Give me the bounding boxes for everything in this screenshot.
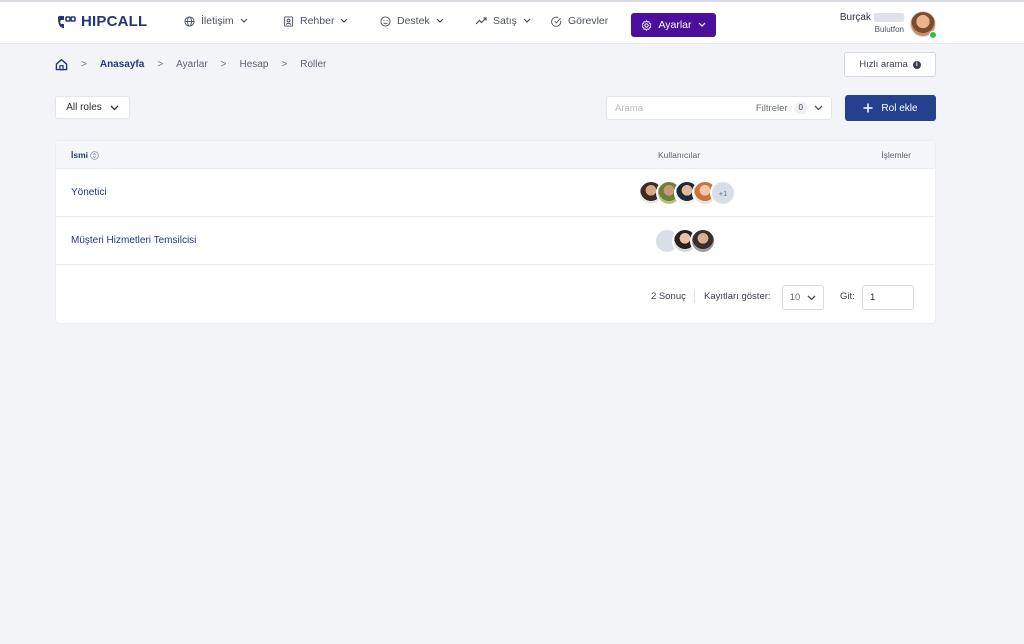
chevron-down-icon <box>698 22 705 27</box>
filters-dropdown[interactable]: Filtreler 0 <box>756 102 823 114</box>
pagination: 2 Sonuç Kayıtları göster: 10 Git: <box>56 285 935 310</box>
more-users-badge: +1 <box>710 180 736 206</box>
user-name: Burçak <box>839 12 871 23</box>
quick-search-label: Hızlı arama <box>859 59 908 70</box>
nav-item-gorevler[interactable]: Görevler <box>551 15 608 27</box>
user-company: Bulutfon <box>874 25 904 34</box>
divider <box>694 290 695 303</box>
chevron-right-icon: > <box>281 59 288 70</box>
info-icon: i <box>912 60 921 69</box>
check-circle-icon <box>551 16 562 27</box>
chevron-down-icon <box>436 18 444 23</box>
home-icon[interactable] <box>55 58 68 71</box>
role-name-link[interactable]: Müşteri Hizmetleri Temsilcisi <box>71 235 196 246</box>
phone-logo-icon <box>58 15 76 28</box>
nav-item-label: Görevler <box>568 15 609 27</box>
column-header-name[interactable]: İsmi <box>71 150 99 160</box>
avatar <box>690 228 716 254</box>
chevron-down-icon <box>110 105 119 110</box>
breadcrumb-item-roller: Roller <box>300 59 327 70</box>
table-row: Müşteri Hizmetleri Temsilcisi <box>56 217 935 265</box>
filter-count-badge: 0 <box>793 102 808 114</box>
page-size-label: Kayıtları göster: <box>704 291 771 302</box>
page-size-value: 10 <box>789 292 801 303</box>
chevron-down-icon <box>341 18 348 23</box>
nav-item-ayarlar[interactable]: Ayarlar <box>631 13 716 37</box>
chevron-down-icon <box>807 295 816 300</box>
chevron-down-icon <box>240 18 248 23</box>
column-header-users: Kullanıcılar <box>658 150 701 160</box>
sort-icon <box>90 150 99 160</box>
smile-icon <box>380 15 391 27</box>
chevron-right-icon: > <box>81 59 87 70</box>
nav-item-satis[interactable]: Satış <box>475 15 531 27</box>
globe-icon <box>184 15 195 27</box>
go-to-page-input[interactable] <box>862 285 914 310</box>
chevron-down-icon <box>814 105 823 111</box>
user-menu[interactable]: Burçak Bulutfon <box>840 12 904 34</box>
column-header-actions: İşlemler <box>881 150 911 160</box>
chevron-down-icon <box>523 18 531 23</box>
chevron-right-icon: > <box>157 59 164 70</box>
roles-table: İsmi Kullanıcılar İşlemler Yönetici +1 M… <box>55 140 936 324</box>
breadcrumb-item-anasayfa[interactable]: Anasayfa <box>100 59 144 70</box>
nav-item-label: Satış <box>493 15 517 27</box>
role-name-link[interactable]: Yönetici <box>71 187 107 198</box>
logo-text: HIPCALL <box>81 13 148 30</box>
nav-item-label: Ayarlar <box>658 19 692 31</box>
table-header: İsmi Kullanıcılar İşlemler <box>56 141 935 169</box>
roles-filter-select[interactable]: All roles <box>55 96 130 119</box>
user-surname-redacted <box>874 13 904 22</box>
nav-item-label: Rehber <box>300 15 335 27</box>
user-avatar-group[interactable]: +1 <box>638 180 736 206</box>
nav-item-rehber[interactable]: Rehber <box>283 15 348 27</box>
search-input[interactable] <box>615 101 735 116</box>
breadcrumb-item-hesap[interactable]: Hesap <box>240 59 269 70</box>
go-to-page-label: Git: <box>840 291 855 302</box>
nav-item-label: Destek <box>397 15 430 27</box>
nav-item-label: İletişim <box>201 15 234 27</box>
breadcrumb: > Anasayfa > Ayarlar > Hesap > Roller <box>55 58 326 71</box>
contact-book-icon <box>283 15 294 27</box>
table-row: Yönetici +1 <box>56 169 935 217</box>
online-status-indicator <box>929 31 937 39</box>
nav-item-iletisim[interactable]: İletişim <box>184 15 248 27</box>
page-size-select[interactable]: 10 <box>782 285 824 310</box>
top-navigation: HIPCALL İletişim Rehber Destek Satış Gör… <box>0 0 1024 44</box>
nav-item-destek[interactable]: Destek <box>380 15 444 27</box>
filters-label: Filtreler <box>755 102 788 114</box>
add-role-label: Rol ekle <box>881 102 918 114</box>
trend-icon <box>475 17 487 25</box>
result-count: 2 Sonuç <box>651 291 686 302</box>
roles-filter-value: All roles <box>66 102 102 113</box>
gear-icon <box>642 19 652 31</box>
chevron-right-icon: > <box>220 59 227 70</box>
add-role-button[interactable]: Rol ekle <box>845 95 936 121</box>
plus-icon <box>863 103 873 113</box>
breadcrumb-item-ayarlar[interactable]: Ayarlar <box>176 59 208 70</box>
user-avatar-group[interactable] <box>654 228 716 254</box>
search-field: Filtreler 0 <box>606 96 832 120</box>
quick-search-button[interactable]: Hızlı arama i <box>844 52 936 77</box>
hipcall-logo[interactable]: HIPCALL <box>55 13 147 30</box>
